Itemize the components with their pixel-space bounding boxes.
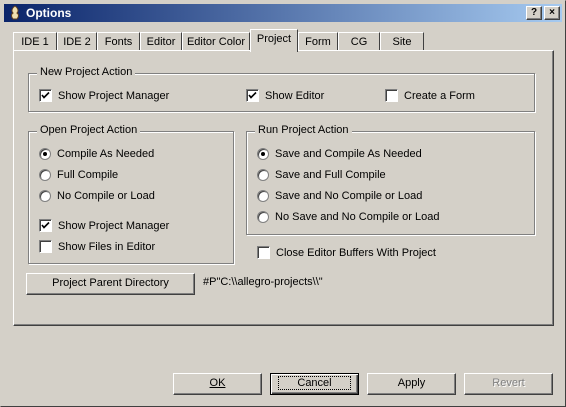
tab-editor-color[interactable]: Editor Color: [182, 32, 250, 51]
radio-label: No Compile or Load: [57, 190, 155, 202]
radio-label: Compile As Needed: [57, 148, 155, 160]
radio-circle: [39, 169, 51, 181]
save-and-full-compile-radio[interactable]: Save and Full Compile: [257, 169, 386, 181]
no-save-no-compile-radio[interactable]: No Save and No Compile or Load: [257, 211, 439, 223]
radio-circle: [257, 211, 269, 223]
close-editor-buffers-checkbox[interactable]: Close Editor Buffers With Project: [257, 246, 436, 259]
project-parent-directory-value: #P"C:\\allegro-projects\\": [203, 276, 323, 288]
cancel-label: Cancel: [278, 376, 351, 390]
radio-circle: [257, 169, 269, 181]
full-compile-radio[interactable]: Full Compile: [39, 169, 118, 181]
checkmark-icon: [248, 91, 257, 99]
tab-fonts[interactable]: Fonts: [97, 32, 140, 51]
radio-label: Save and Full Compile: [275, 169, 386, 181]
run-project-action-group: Run Project Action Save and Compile As N…: [246, 124, 535, 235]
new-show-editor-checkbox[interactable]: Show Editor: [246, 89, 324, 102]
radio-label: Save and Compile As Needed: [275, 148, 422, 160]
cancel-button[interactable]: Cancel: [270, 373, 359, 395]
window-title: Options: [26, 6, 72, 20]
checkbox-label: Close Editor Buffers With Project: [276, 246, 436, 259]
checkbox-label: Show Files in Editor: [58, 240, 156, 253]
tab-project[interactable]: Project: [250, 29, 298, 52]
checkbox-box: [39, 219, 52, 232]
revert-button[interactable]: Revert: [464, 373, 553, 395]
checkbox-box: [39, 240, 52, 253]
open-project-action-group: Open Project Action Compile As Needed Fu…: [28, 124, 234, 264]
radio-label: Full Compile: [57, 169, 119, 181]
open-show-project-manager-checkbox[interactable]: Show Project Manager: [39, 219, 169, 232]
new-project-action-title: New Project Action: [37, 66, 136, 78]
checkmark-icon: [41, 91, 50, 99]
radio-circle: [39, 148, 51, 160]
compile-as-needed-radio[interactable]: Compile As Needed: [39, 148, 154, 160]
show-files-in-editor-checkbox[interactable]: Show Files in Editor: [39, 240, 155, 253]
title-bar[interactable]: Options ? ×: [4, 4, 562, 22]
checkbox-label: Show Editor: [265, 89, 325, 102]
checkbox-label: Create a Form: [404, 89, 475, 102]
app-icon: [11, 5, 19, 20]
checkbox-box: [246, 89, 259, 102]
ok-button[interactable]: OK: [173, 373, 262, 395]
radio-circle: [39, 190, 51, 202]
tab-ide-1[interactable]: IDE 1: [13, 32, 57, 51]
project-tab-panel: New Project Action Show Project Manager …: [13, 50, 554, 326]
checkbox-label: Show Project Manager: [58, 89, 170, 102]
checkmark-icon: [41, 221, 50, 229]
ok-label: OK: [209, 377, 226, 389]
close-button[interactable]: ×: [544, 6, 560, 20]
checkbox-box: [39, 89, 52, 102]
save-and-no-compile-radio[interactable]: Save and No Compile or Load: [257, 190, 422, 202]
run-project-action-title: Run Project Action: [255, 124, 352, 136]
checkbox-label: Show Project Manager: [58, 219, 170, 232]
open-project-action-title: Open Project Action: [37, 124, 141, 136]
tab-form[interactable]: Form: [298, 32, 338, 51]
new-show-project-manager-checkbox[interactable]: Show Project Manager: [39, 89, 169, 102]
create-a-form-checkbox[interactable]: Create a Form: [385, 89, 475, 102]
radio-circle: [257, 190, 269, 202]
help-button[interactable]: ?: [526, 6, 542, 20]
radio-label: No Save and No Compile or Load: [275, 211, 440, 223]
radio-dot: [43, 152, 47, 156]
checkbox-box: [385, 89, 398, 102]
radio-dot: [261, 152, 265, 156]
options-dialog: Options ? × IDE 1 IDE 2 Fonts Editor Edi…: [0, 0, 566, 407]
radio-label: Save and No Compile or Load: [275, 190, 423, 202]
tab-cg[interactable]: CG: [338, 32, 380, 51]
apply-button[interactable]: Apply: [367, 373, 456, 395]
tab-site[interactable]: Site: [380, 32, 424, 51]
radio-circle: [257, 148, 269, 160]
tab-ide-2[interactable]: IDE 2: [57, 32, 97, 51]
checkbox-box: [257, 246, 270, 259]
project-parent-directory-button[interactable]: Project Parent Directory: [26, 273, 195, 295]
new-project-action-group: New Project Action Show Project Manager …: [28, 66, 535, 112]
tab-editor[interactable]: Editor: [140, 32, 182, 51]
no-compile-or-load-radio[interactable]: No Compile or Load: [39, 190, 155, 202]
save-and-compile-as-needed-radio[interactable]: Save and Compile As Needed: [257, 148, 422, 160]
